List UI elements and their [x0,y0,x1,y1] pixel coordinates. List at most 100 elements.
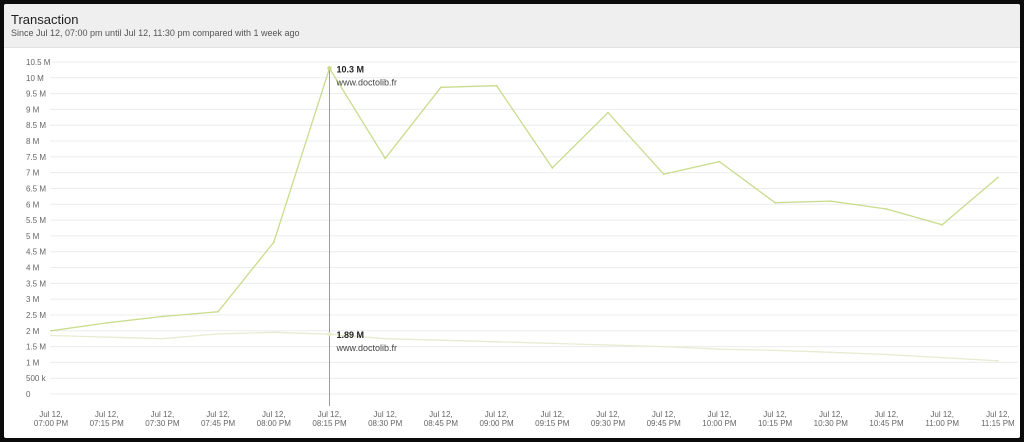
x-tick-label: Jul 12, [763,410,787,419]
hover-marker-previous [327,332,332,337]
x-tick-label: Jul 12, [875,410,899,419]
x-tick-label: 08:15 PM [312,419,347,428]
data-point-current [607,111,609,114]
series-line-current [50,66,999,332]
data-point-previous [885,353,888,356]
x-tick-label: 08:30 PM [368,419,403,428]
y-tick-label: 7 M [26,169,40,178]
x-tick-label: 08:00 PM [257,419,292,428]
hover-previous-name: www.doctolib.fr [336,343,398,353]
data-point-current [272,241,275,244]
data-point-previous [105,336,108,338]
y-tick-label: 1 M [26,358,40,367]
transaction-line-chart[interactable]: 0 500 k 1 M 1.5 M 2 M 2.5 M 3 M 3.5 M 4 M 4.5 M 5 … [4,4,1020,438]
x-tick-label: Jul 12, [652,410,676,419]
x-tick-label: 10:30 PM [814,419,849,428]
x-tick-label: 09:45 PM [647,419,682,428]
x-tick-label: 11:00 PM [925,419,959,428]
y-tick-label: 4.5 M [26,248,46,257]
y-tick-label: 9.5 M [26,90,46,99]
y-tick-label: 5 M [26,232,40,241]
x-tick-label: 11:15 PM [981,419,1015,428]
data-point-previous [774,349,776,352]
y-tick-label: 6 M [26,200,40,209]
y-tick-label: 3 M [26,295,40,304]
data-point-previous [495,340,498,343]
data-point-current [217,310,220,313]
x-tick-label: 10:15 PM [758,419,793,428]
hover-current-name: www.doctolib.fr [336,77,398,87]
x-tick-label: 07:15 PM [90,419,125,428]
x-tick-label: Jul 12, [95,410,119,419]
y-tick-label: 7.5 M [26,153,46,162]
y-tick-label: 8 M [26,137,40,146]
x-tick-label: Jul 12, [262,410,286,419]
y-tick-label: 3.5 M [26,279,46,288]
y-tick-label: 0 [26,390,31,399]
y-tick-label: 5.5 M [26,216,46,225]
data-point-current [384,157,387,160]
data-point-previous [551,342,554,345]
x-tick-label: Jul 12, [708,410,732,419]
x-tick-label: Jul 12, [151,410,175,419]
x-tick-label: Jul 12, [429,410,453,419]
y-tick-label: 2 M [26,327,40,336]
data-point-current [105,321,108,324]
data-point-current [718,160,721,163]
x-tick-label: Jul 12, [986,410,1010,419]
y-tick-label: 6.5 M [26,184,46,193]
data-point-current [551,167,554,169]
x-tick-label: 07:00 PM [34,419,69,428]
data-point-current [662,173,665,176]
x-tick-label: 09:00 PM [479,419,514,428]
data-point-previous [50,334,52,337]
x-tick-label: Jul 12, [318,410,342,419]
x-tick-label: Jul 12, [930,410,954,419]
data-point-previous [440,339,442,342]
y-tick-label: 4 M [26,264,40,273]
x-tick-label: Jul 12, [485,410,509,419]
transaction-panel: Transaction Since Jul 12, 07:00 pm until… [4,4,1020,438]
data-point-previous [718,348,721,351]
data-point-current [941,223,944,226]
data-point-current [161,315,164,318]
y-tick-label: 9 M [26,105,40,114]
x-tick-label: Jul 12, [541,410,565,419]
data-point-previous [997,359,999,362]
data-point-current [885,208,888,210]
x-tick-label: Jul 12, [819,410,843,419]
x-tick-label: 08:45 PM [424,419,459,428]
data-point-previous [662,345,665,348]
y-tick-label: 10.5 M [26,58,51,67]
data-point-previous [384,337,387,340]
hover-previous-value: 1.89 M [337,330,365,340]
data-point-previous [217,333,220,335]
data-point-current [774,201,776,204]
x-tick-label: 10:45 PM [869,419,904,428]
data-point-current [829,200,832,203]
y-tick-label: 10 M [26,74,44,83]
y-tick-label: 500 k [26,374,47,383]
x-tick-label: 09:30 PM [591,419,626,428]
data-point-current [997,176,999,179]
x-tick-label: 09:15 PM [535,419,570,428]
y-tick-label: 1.5 M [26,343,46,352]
data-point-previous [161,337,164,340]
x-tick-label: Jul 12, [373,410,397,419]
data-point-current [495,84,498,87]
x-tick-label: 07:30 PM [145,419,180,428]
data-point-previous [829,351,832,354]
x-tick-label: Jul 12, [206,410,230,419]
data-point-current [50,329,52,332]
data-point-current [440,86,442,89]
x-tick-label: 07:45 PM [201,419,236,428]
hover-marker-current [327,66,332,71]
data-point-previous [607,344,609,346]
data-point-previous [272,331,275,334]
x-tick-label: Jul 12, [39,410,63,419]
y-tick-label: 8.5 M [26,121,46,130]
y-tick-label: 2.5 M [26,311,46,320]
x-tick-label: Jul 12, [596,410,620,419]
hover-current-value: 10.3 M [337,64,365,74]
data-point-previous [941,356,944,359]
